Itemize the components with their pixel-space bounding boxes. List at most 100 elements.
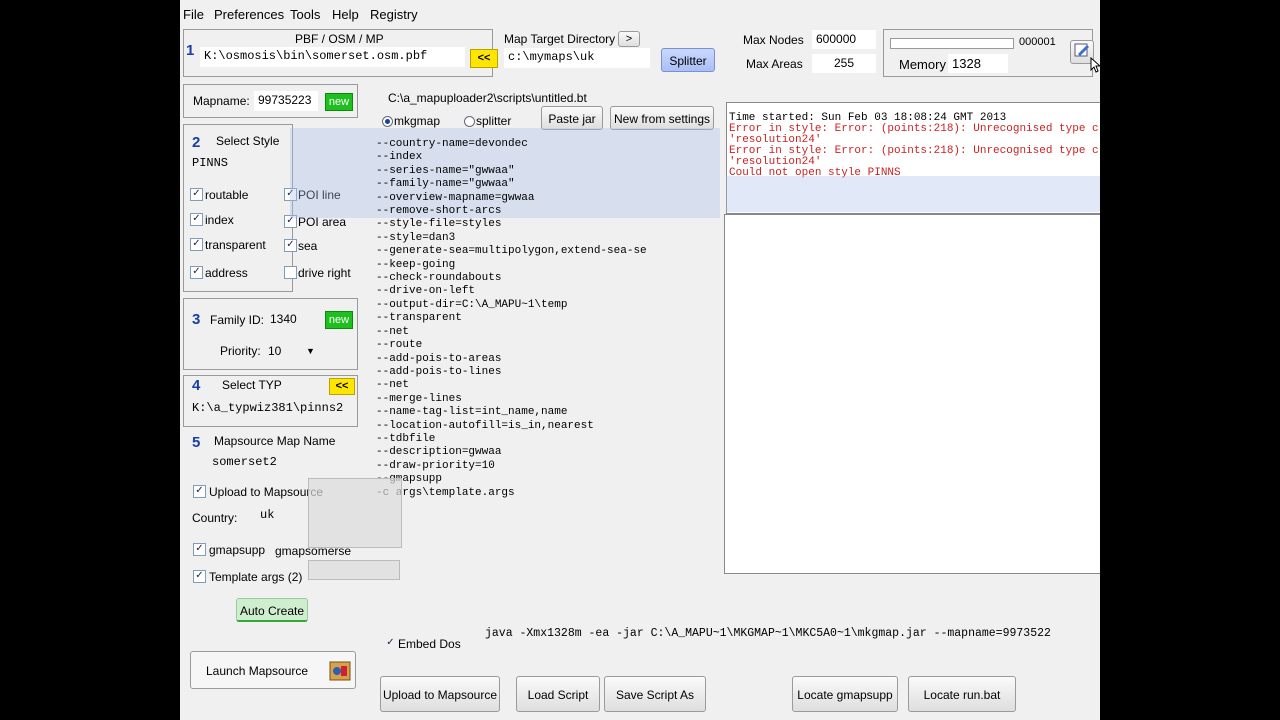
- style-field[interactable]: PINNS: [188, 154, 252, 174]
- mapname-new-button[interactable]: new: [325, 93, 353, 111]
- input-browse-button[interactable]: <<: [470, 49, 498, 68]
- args-line: --style=dan3: [376, 231, 456, 244]
- args-line: --check-roundabouts: [376, 272, 502, 285]
- args-line: --country-name=devondec: [376, 138, 528, 150]
- args-textarea[interactable]: --country-name=devondec --index --series-n…: [376, 138, 706, 518]
- gmapsupp-checkbox[interactable]: ✓: [193, 543, 206, 556]
- typ-browse-button[interactable]: <<: [329, 378, 355, 395]
- target-arrow-button[interactable]: >: [618, 31, 640, 47]
- args-line: --series-name="gwwaa": [376, 164, 515, 177]
- progress-bar: [890, 38, 1014, 49]
- mapname-label: Mapname:: [193, 94, 250, 108]
- radio-splitter-label: splitter: [476, 114, 512, 128]
- args-line: --location-autofill=is_in,nearest: [376, 419, 594, 432]
- routable-checkbox[interactable]: ✓: [190, 188, 203, 201]
- app-window: File Preferences Tools Help Registry PBF…: [180, 0, 1100, 720]
- country-label: Country:: [192, 511, 238, 525]
- args-line: --index: [376, 151, 423, 164]
- args-line: --remove-short-arcs: [376, 205, 502, 218]
- output-panel-right: [972, 214, 1100, 574]
- args-line: --drive-on-left: [376, 285, 476, 298]
- embed-dos-checkbox[interactable]: ✓: [385, 638, 396, 649]
- radio-mkgmap[interactable]: [382, 116, 393, 127]
- input-path-field[interactable]: K:\osmosis\bin\somerset.osm.pbf: [200, 47, 465, 67]
- max-areas-field[interactable]: 255: [812, 54, 876, 73]
- address-checkbox[interactable]: ✓: [190, 266, 203, 279]
- upload-label: Upload to Mapsource: [209, 485, 324, 499]
- new-from-settings-button[interactable]: New from settings: [610, 106, 714, 130]
- args-line: --tdbfile: [376, 432, 436, 445]
- menu-file[interactable]: File: [183, 7, 204, 22]
- cursor-icon: [1090, 56, 1100, 76]
- max-nodes-field[interactable]: 600000: [812, 30, 876, 49]
- index-checkbox[interactable]: ✓: [190, 213, 203, 226]
- args-line: --generate-sea=multipolygon,extend-sea-s…: [376, 245, 647, 258]
- template-checkbox[interactable]: ✓: [193, 570, 206, 583]
- embed-dos-label: Embed Dos: [398, 637, 461, 651]
- args-line: --description=gwwaa: [376, 446, 502, 459]
- args-line: --add-pois-to-areas: [376, 352, 502, 365]
- script-path: C:\a_mapuploader2\scripts\untitled.bt: [388, 91, 587, 105]
- auto-create-button[interactable]: Auto Create: [236, 598, 308, 622]
- menu-help[interactable]: Help: [332, 7, 359, 22]
- args-line: --output-dir=C:\A_MAPU~1\temp: [376, 298, 568, 311]
- args-line: --transparent: [376, 312, 462, 325]
- args-line: --gmapsupp: [376, 473, 443, 486]
- memory-field[interactable]: 1328: [948, 54, 1008, 73]
- target-label: Map Target Directory: [504, 32, 616, 46]
- launch-mapsource-button[interactable]: Launch Mapsource: [190, 651, 356, 689]
- step-5: 5: [192, 434, 201, 451]
- mapsource-icon: [329, 659, 351, 697]
- args-line: --keep-going: [376, 258, 456, 271]
- locate-gmapsupp-button[interactable]: Locate gmapsupp: [792, 676, 898, 712]
- mapname-field[interactable]: 99735223: [254, 91, 318, 111]
- args-line: --overview-mapname=gwwaa: [376, 191, 535, 204]
- drive-right-checkbox[interactable]: [284, 266, 297, 279]
- menu-registry[interactable]: Registry: [370, 7, 418, 22]
- max-areas-label: Max Areas: [746, 57, 803, 71]
- max-nodes-label: Max Nodes: [743, 33, 804, 47]
- command-line[interactable]: java -Xmx1328m -ea -jar C:\A_MAPU~1\MKGM…: [485, 627, 1051, 640]
- args-line: --net: [376, 379, 410, 392]
- step-3: 3: [192, 311, 201, 328]
- output-panel-left: [724, 214, 974, 574]
- priority-dropdown-icon[interactable]: ▼: [306, 346, 315, 356]
- menu-bar: File Preferences Tools Help Registry: [180, 4, 1100, 24]
- paste-jar-button[interactable]: Paste jar: [541, 106, 603, 130]
- priority-label: Priority:: [220, 344, 261, 358]
- transparent-label: transparent: [205, 238, 266, 252]
- address-label: address: [205, 266, 248, 280]
- priority-select[interactable]: 10: [264, 342, 304, 360]
- load-script-button[interactable]: Load Script: [516, 676, 600, 712]
- args-line: -c args\template.args: [376, 486, 515, 499]
- args-line: --merge-lines: [376, 392, 462, 405]
- upload-checkbox[interactable]: ✓: [193, 485, 206, 498]
- input-header: PBF / OSM / MP: [295, 32, 384, 46]
- ghost-button: [308, 560, 400, 580]
- locate-run-button[interactable]: Locate run.bat: [908, 676, 1016, 712]
- upload-mapsource-button[interactable]: Upload to Mapsource: [380, 676, 500, 712]
- menu-preferences[interactable]: Preferences: [214, 7, 284, 22]
- drive-right-label: drive right: [298, 266, 351, 280]
- sea-checkbox[interactable]: ✓: [284, 239, 297, 252]
- log-selection-overlay: [726, 176, 1100, 212]
- country-field[interactable]: uk: [256, 506, 296, 524]
- edit-icon: [1073, 43, 1091, 62]
- typ-path-field[interactable]: K:\a_typwiz381\pinns2: [188, 399, 356, 419]
- family-field[interactable]: 1340: [266, 310, 300, 328]
- menu-tools[interactable]: Tools: [290, 7, 320, 22]
- launch-mapsource-label: Launch Mapsource: [206, 664, 309, 678]
- args-line: --style-file=styles: [376, 218, 502, 231]
- save-script-button[interactable]: Save Script As: [604, 676, 706, 712]
- args-line: --add-pois-to-lines: [376, 365, 502, 378]
- style-title: Select Style: [216, 134, 280, 148]
- splitter-button[interactable]: Splitter: [661, 48, 715, 72]
- transparent-checkbox[interactable]: ✓: [190, 238, 203, 251]
- radio-splitter[interactable]: [464, 116, 475, 127]
- memory-label: Memory: [899, 57, 946, 72]
- target-path-field[interactable]: c:\mymaps\uk: [504, 48, 650, 68]
- family-new-button[interactable]: new: [325, 311, 353, 329]
- gmapsupp-label: gmapsupp: [209, 543, 266, 557]
- radio-mkgmap-label: mkgmap: [394, 114, 441, 128]
- mapsource-name-field[interactable]: somerset2: [208, 453, 298, 473]
